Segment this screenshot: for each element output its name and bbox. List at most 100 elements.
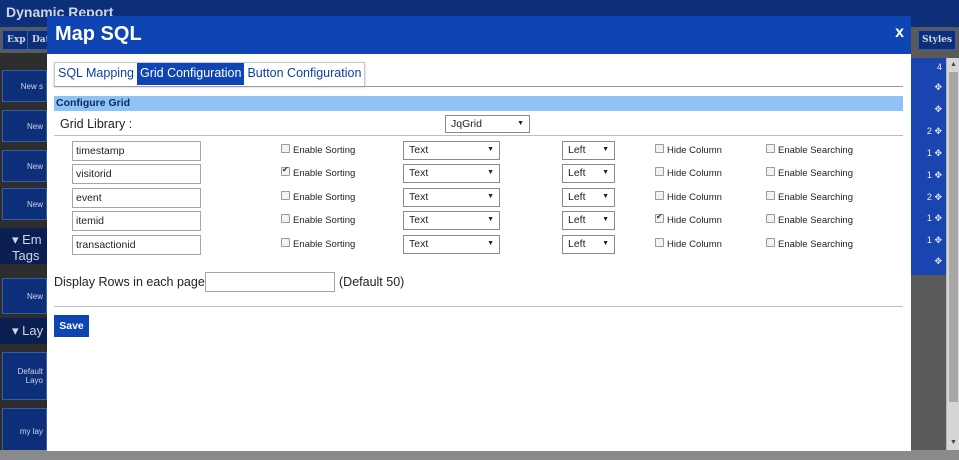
left-section-layouts[interactable]: ▾ Lay xyxy=(0,318,47,344)
vertical-scrollbar[interactable]: ▲ ▼ xyxy=(946,58,959,450)
left-item[interactable]: New xyxy=(2,150,47,182)
enable-searching-checkbox[interactable] xyxy=(766,167,775,176)
hide-column-checkbox[interactable] xyxy=(655,212,664,223)
column-type-select[interactable]: Text ▼ xyxy=(403,211,500,230)
scroll-up-icon[interactable]: ▲ xyxy=(949,60,958,70)
close-icon[interactable]: x xyxy=(895,24,904,42)
tab-button-configuration[interactable]: Button Configuration xyxy=(244,63,364,85)
dialog-title: Map SQL xyxy=(55,23,142,45)
left-section-tags[interactable]: ▾ Em Tags xyxy=(0,228,47,264)
enable-sorting-checkbox[interactable] xyxy=(281,165,290,176)
move-icon[interactable]: ✥ xyxy=(934,170,942,180)
hide-column-checkbox[interactable] xyxy=(655,167,664,176)
column-type-value: Text xyxy=(409,191,429,203)
column-align-select[interactable]: Left ▼ xyxy=(562,235,615,254)
right-row[interactable]: ✥ xyxy=(912,104,946,115)
move-icon[interactable]: ✥ xyxy=(934,235,942,245)
move-icon[interactable]: ✥ xyxy=(934,192,942,202)
enable-searching-label: Enable Searching xyxy=(778,239,853,250)
enable-searching-label: Enable Searching xyxy=(778,145,853,156)
left-item[interactable]: Default Layo xyxy=(2,352,47,400)
column-name-field[interactable]: visitorid xyxy=(72,164,201,184)
move-icon[interactable]: ✥ xyxy=(934,126,942,136)
column-type-value: Text xyxy=(409,214,429,226)
chevron-down-icon: ▼ xyxy=(602,169,609,176)
bottom-strip xyxy=(0,450,959,460)
column-align-select[interactable]: Left ▼ xyxy=(562,141,615,160)
right-row[interactable]: ✥ xyxy=(912,82,946,93)
right-row[interactable]: 2 ✥ xyxy=(912,126,946,137)
enable-sorting-label: Enable Sorting xyxy=(293,145,356,156)
left-item[interactable]: New s xyxy=(2,70,47,102)
left-item[interactable]: my lay xyxy=(2,408,47,454)
tabs-divider xyxy=(54,86,903,87)
chevron-down-icon: ▼ xyxy=(487,216,494,223)
save-button[interactable]: Save xyxy=(54,315,89,337)
column-row: visitorid Enable Sorting Text ▼ Left ▼ Hid… xyxy=(47,164,911,184)
hide-column-label: Hide Column xyxy=(667,215,722,226)
column-name-field[interactable]: itemid xyxy=(72,211,201,231)
enable-searching-label: Enable Searching xyxy=(778,192,853,203)
left-item[interactable]: New xyxy=(2,278,47,314)
move-icon[interactable]: ✥ xyxy=(934,82,942,92)
move-icon[interactable]: ✥ xyxy=(934,213,942,223)
column-name-field[interactable]: transactionid xyxy=(72,235,201,255)
enable-searching-checkbox[interactable] xyxy=(766,214,775,223)
right-row[interactable]: 2 ✥ xyxy=(912,192,946,203)
styles-button[interactable]: Styles xyxy=(918,30,957,50)
column-type-select[interactable]: Text ▼ xyxy=(403,235,500,254)
move-icon[interactable]: ✥ xyxy=(934,148,942,158)
column-type-select[interactable]: Text ▼ xyxy=(403,141,500,160)
column-align-value: Left xyxy=(568,144,586,156)
hide-column-checkbox[interactable] xyxy=(655,144,664,153)
column-row: timestamp Enable Sorting Text ▼ Left ▼ Hid… xyxy=(47,141,911,161)
right-row[interactable]: 1 ✥ xyxy=(912,148,946,159)
column-align-select[interactable]: Left ▼ xyxy=(562,211,615,230)
move-icon[interactable]: ✥ xyxy=(934,256,942,266)
section-header: Configure Grid xyxy=(54,96,903,111)
column-align-value: Left xyxy=(568,191,586,203)
hide-column-checkbox[interactable] xyxy=(655,191,664,200)
tab-sql-mapping[interactable]: SQL Mapping xyxy=(55,63,137,85)
hide-column-label: Hide Column xyxy=(667,239,722,250)
enable-sorting-checkbox[interactable] xyxy=(281,144,290,153)
tab-grid-configuration[interactable]: Grid Configuration xyxy=(136,63,245,85)
move-icon[interactable]: ✥ xyxy=(934,104,942,114)
grid-library-select[interactable]: JqGrid ▼ xyxy=(445,115,530,133)
column-name-field[interactable]: timestamp xyxy=(72,141,201,161)
enable-sorting-checkbox[interactable] xyxy=(281,191,290,200)
scroll-down-icon[interactable]: ▼ xyxy=(949,438,958,448)
column-row: itemid Enable Sorting Text ▼ Left ▼ Hide C… xyxy=(47,211,911,231)
column-align-select[interactable]: Left ▼ xyxy=(562,188,615,207)
column-name-field[interactable]: event xyxy=(72,188,201,208)
right-row-count: 2 xyxy=(926,192,932,202)
enable-sorting-label: Enable Sorting xyxy=(293,215,356,226)
hide-column-checkbox[interactable] xyxy=(655,238,664,247)
column-type-select[interactable]: Text ▼ xyxy=(403,164,500,183)
chevron-down-icon: ▼ xyxy=(602,146,609,153)
enable-searching-checkbox[interactable] xyxy=(766,144,775,153)
column-type-select[interactable]: Text ▼ xyxy=(403,188,500,207)
scrollbar-thumb[interactable] xyxy=(949,72,958,402)
enable-sorting-checkbox[interactable] xyxy=(281,214,290,223)
right-row[interactable]: ✥ xyxy=(912,256,946,267)
chevron-down-icon: ▼ xyxy=(602,193,609,200)
left-section-label: Em Tags xyxy=(12,232,42,263)
left-item[interactable]: New xyxy=(2,188,47,220)
chevron-down-icon: ▼ xyxy=(487,169,494,176)
enable-searching-checkbox[interactable] xyxy=(766,191,775,200)
right-row[interactable]: 1 ✥ xyxy=(912,235,946,246)
right-row-count: 1 xyxy=(926,170,932,180)
enable-searching-checkbox[interactable] xyxy=(766,238,775,247)
chevron-down-icon: ▼ xyxy=(602,240,609,247)
grid-library-label: Grid Library : xyxy=(60,117,133,131)
enable-sorting-checkbox[interactable] xyxy=(281,238,290,247)
column-align-select[interactable]: Left ▼ xyxy=(562,164,615,183)
column-type-value: Text xyxy=(409,238,429,250)
right-row-count: 1 xyxy=(926,235,932,245)
right-row[interactable]: 1 ✥ xyxy=(912,213,946,224)
right-row[interactable]: 1 ✥ xyxy=(912,170,946,181)
rows-per-page-input[interactable] xyxy=(205,272,335,292)
left-section-label: Lay xyxy=(22,323,44,338)
left-item[interactable]: New xyxy=(2,110,47,142)
